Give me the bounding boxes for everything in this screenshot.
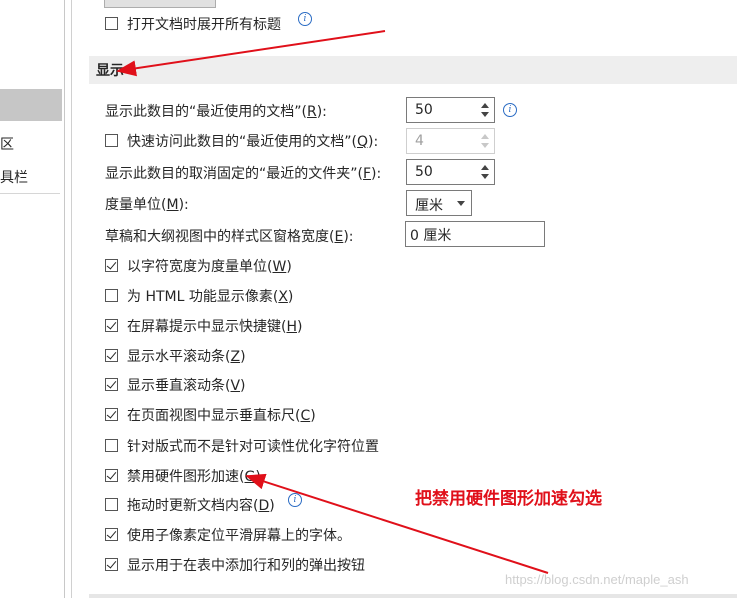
option-label: 为 HTML 功能显示像素(X)	[127, 289, 294, 305]
info-icon[interactable]: i	[298, 12, 312, 26]
spinner-arrows-icon[interactable]	[479, 100, 491, 120]
option-checkbox[interactable]	[105, 558, 118, 571]
option-label: 显示垂直滚动条(V)	[127, 378, 246, 394]
option-label: 在屏幕提示中显示快捷键(H)	[127, 319, 303, 335]
option-checkbox[interactable]	[105, 408, 118, 421]
expand-headings-label: 打开文档时展开所有标题	[127, 17, 281, 33]
option-checkbox[interactable]	[105, 319, 118, 332]
option-label: 拖动时更新文档内容(D)	[127, 498, 275, 514]
spinner-arrows-icon[interactable]	[479, 162, 491, 182]
spinner-arrows-icon	[479, 131, 491, 151]
unpinned-folders-spinner[interactable]: 50	[406, 159, 495, 185]
recent-docs-label: 显示此数目的“最近使用的文档”(R):	[105, 104, 327, 120]
quick-access-spinner: 4	[406, 128, 495, 154]
option-checkbox[interactable]	[105, 289, 118, 302]
panel-divider	[71, 0, 72, 598]
units-label: 度量单位(M):	[105, 197, 189, 213]
option-label: 以字符宽度为度量单位(W)	[127, 259, 292, 275]
watermark: https://blog.csdn.net/maple_ash	[505, 572, 689, 587]
option-checkbox[interactable]	[105, 469, 118, 482]
option-label: 显示用于在表中添加行和列的弹出按钮	[127, 558, 365, 574]
section-title: 显示	[96, 63, 124, 79]
left-nav-divider	[0, 193, 60, 194]
option-label: 显示水平滚动条(Z)	[127, 349, 246, 365]
option-label: 禁用硬件图形加速(G)	[127, 469, 261, 485]
quick-access-value: 4	[415, 133, 424, 149]
unpinned-folders-value[interactable]: 50	[415, 164, 433, 180]
style-area-input[interactable]: 0 厘米	[405, 221, 545, 247]
option-checkbox[interactable]	[105, 439, 118, 452]
option-checkbox[interactable]	[105, 528, 118, 541]
recent-docs-value[interactable]: 50	[415, 102, 433, 118]
info-icon[interactable]: i	[503, 103, 517, 117]
option-label: 在页面视图中显示垂直标尺(C)	[127, 408, 316, 424]
style-area-value[interactable]: 0 厘米	[410, 225, 451, 245]
top-partial-button[interactable]	[104, 0, 216, 8]
left-nav-item-toolbar[interactable]: 具栏	[0, 167, 28, 187]
option-checkbox[interactable]	[105, 378, 118, 391]
bottom-scroll-edge	[89, 594, 737, 598]
recent-docs-spinner[interactable]: 50	[406, 97, 495, 123]
option-checkbox[interactable]	[105, 259, 118, 272]
quick-access-checkbox[interactable]	[105, 134, 118, 147]
units-value[interactable]: 厘米	[415, 195, 443, 215]
quick-access-label: 快速访问此数目的“最近使用的文档”(Q):	[127, 134, 379, 150]
section-header-bar	[89, 56, 737, 84]
left-nav-selected-item[interactable]	[0, 89, 62, 121]
option-label: 使用子像素定位平滑屏幕上的字体。	[127, 528, 351, 544]
expand-headings-checkbox[interactable]	[105, 17, 118, 30]
info-icon[interactable]: i	[288, 493, 302, 507]
style-area-label: 草稿和大纲视图中的样式区窗格宽度(E):	[105, 229, 354, 245]
left-nav-item-area[interactable]: 区	[0, 134, 14, 154]
units-dropdown[interactable]: 厘米	[406, 190, 472, 216]
option-checkbox[interactable]	[105, 349, 118, 362]
unpinned-folders-label: 显示此数目的取消固定的“最近的文件夹”(F):	[105, 166, 382, 182]
option-label: 针对版式而不是针对可读性优化字符位置	[127, 439, 379, 455]
chevron-down-icon[interactable]	[457, 201, 465, 206]
annotation-text: 把禁用硬件图形加速勾选	[415, 489, 602, 509]
option-checkbox[interactable]	[105, 498, 118, 511]
